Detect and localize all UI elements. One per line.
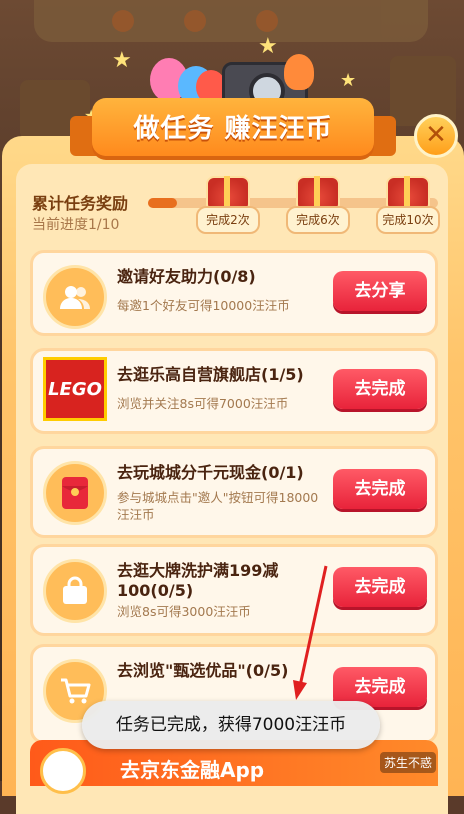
annotation-arrow [293, 565, 328, 700]
toast-message: 任务已完成，获得7000汪汪币 [82, 701, 380, 749]
watermark: 苏生不惑 [380, 752, 437, 773]
